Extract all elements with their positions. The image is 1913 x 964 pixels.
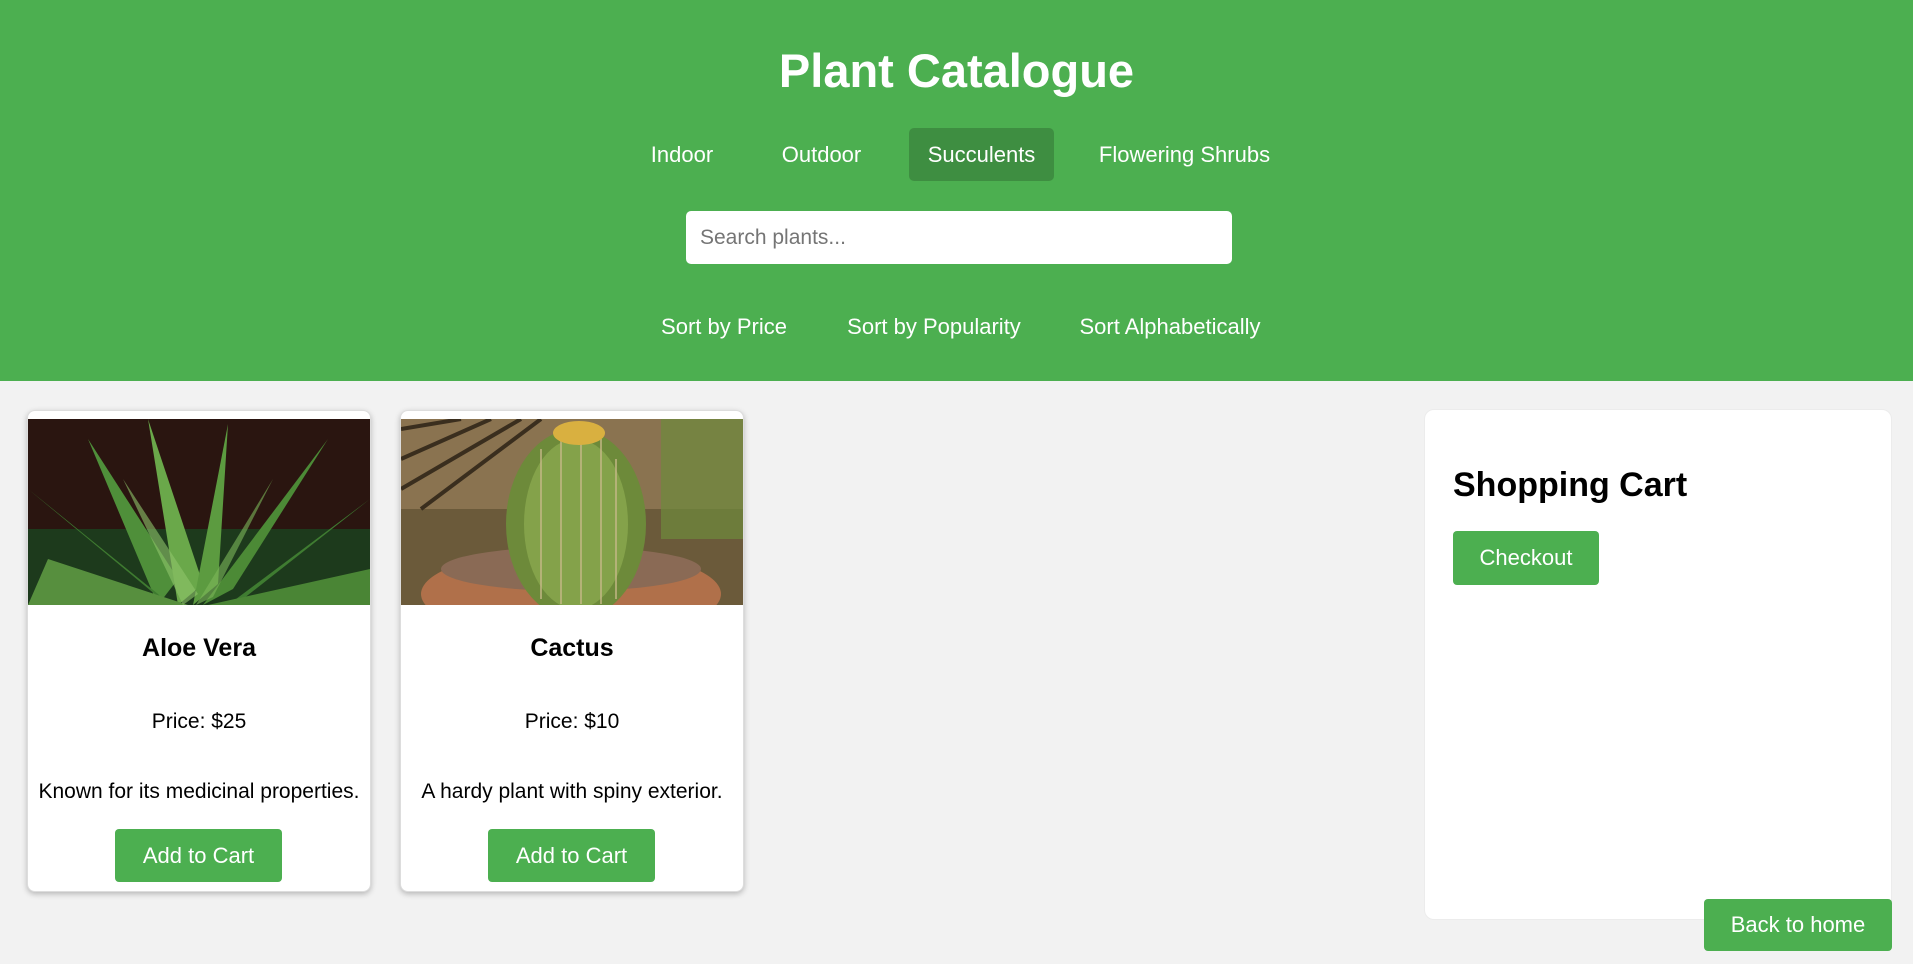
- back-to-home-button[interactable]: Back to home: [1704, 899, 1892, 951]
- search-input[interactable]: [686, 211, 1232, 264]
- tab-indoor[interactable]: Indoor: [633, 128, 731, 181]
- add-to-cart-button[interactable]: Add to Cart: [115, 829, 282, 882]
- tab-flowering-shrubs[interactable]: Flowering Shrubs: [1084, 128, 1285, 181]
- sort-by-popularity-button[interactable]: Sort by Popularity: [836, 310, 1032, 344]
- product-card-aloe-vera: Aloe Vera Price: $25 Known for its medic…: [27, 410, 371, 892]
- product-description: A hardy plant with spiny exterior.: [421, 780, 723, 803]
- sort-alphabetically-button[interactable]: Sort Alphabetically: [1070, 310, 1270, 344]
- product-price: Price: $10: [524, 710, 620, 733]
- tab-outdoor[interactable]: Outdoor: [763, 128, 880, 181]
- product-name: Aloe Vera: [142, 634, 256, 662]
- aloe-vera-image: [28, 419, 370, 605]
- product-card-cactus: Cactus Price: $10 A hardy plant with spi…: [400, 410, 744, 892]
- sort-by-price-button[interactable]: Sort by Price: [650, 310, 798, 344]
- shopping-cart-panel: Shopping Cart Checkout: [1424, 409, 1892, 920]
- add-to-cart-button[interactable]: Add to Cart: [488, 829, 655, 882]
- cart-title: Shopping Cart: [1453, 466, 1688, 504]
- product-price: Price: $25: [151, 710, 247, 733]
- page-title: Plant Catalogue: [778, 44, 1135, 97]
- tab-succulents[interactable]: Succulents: [909, 128, 1054, 181]
- product-description: Known for its medicinal properties.: [38, 780, 360, 803]
- product-name: Cactus: [530, 634, 614, 662]
- site-header: Plant Catalogue Indoor Outdoor Succulent…: [0, 0, 1913, 381]
- cactus-image: [401, 419, 743, 605]
- checkout-button[interactable]: Checkout: [1453, 531, 1599, 585]
